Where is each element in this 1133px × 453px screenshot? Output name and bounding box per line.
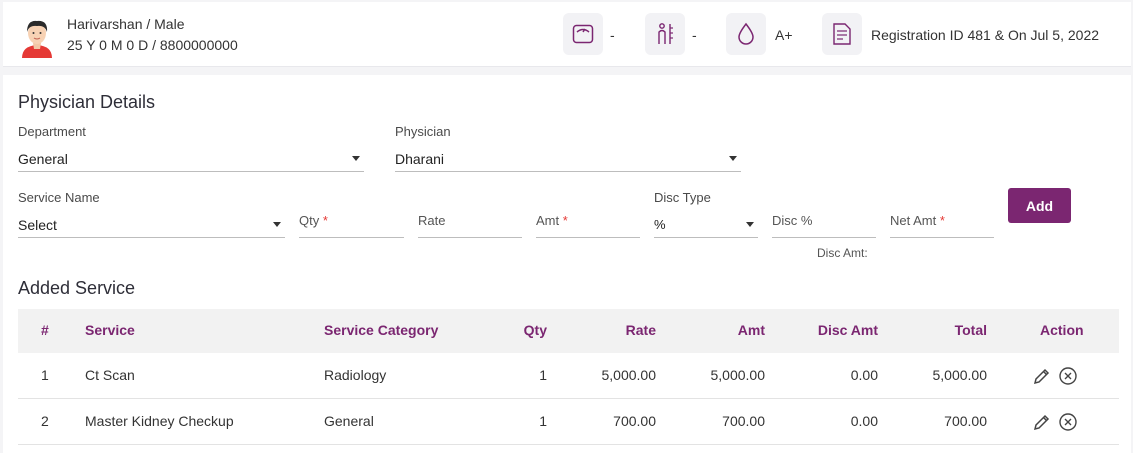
- service-name-label: Service Name: [18, 190, 100, 205]
- col-header-action: Action: [1040, 322, 1084, 338]
- disc-percent-input[interactable]: Disc %: [772, 206, 876, 238]
- physician-details-card: Physician Details Department General Phy…: [3, 75, 1131, 453]
- amt-input[interactable]: Amt *: [536, 206, 640, 238]
- chevron-down-icon: [746, 222, 754, 227]
- pencil-icon[interactable]: [1032, 412, 1052, 432]
- rate-input[interactable]: Rate: [418, 206, 522, 238]
- document-icon: [822, 13, 862, 55]
- row-qty: 1: [539, 413, 547, 429]
- net-amt-placeholder: Net Amt: [890, 213, 937, 228]
- col-header-number: #: [41, 322, 49, 338]
- patient-age-phone: 25 Y 0 M 0 D / 8800000000: [67, 37, 238, 53]
- required-mark: *: [939, 213, 945, 228]
- disc-type-value: %: [654, 217, 666, 232]
- height-measure-icon: [645, 13, 685, 55]
- col-header-total: Total: [954, 322, 987, 338]
- added-service-title: Added Service: [18, 278, 136, 298]
- service-name-value: Select: [18, 217, 57, 233]
- row-category: General: [324, 413, 374, 429]
- physician-label: Physician: [395, 124, 451, 139]
- department-label: Department: [18, 124, 86, 139]
- row-amt: 5,000.00: [710, 367, 766, 383]
- row-total: 5,000.00: [932, 367, 988, 383]
- weight-value: -: [610, 27, 615, 43]
- row-service: Ct Scan: [85, 367, 135, 383]
- height-value: -: [692, 27, 697, 43]
- row-actions: [1032, 412, 1078, 432]
- row-number: 2: [41, 413, 49, 429]
- row-rate: 700.00: [613, 413, 656, 429]
- pencil-icon[interactable]: [1032, 366, 1052, 386]
- circle-x-icon[interactable]: [1058, 366, 1078, 386]
- col-header-amt: Amt: [737, 322, 765, 338]
- physician-value: Dharani: [395, 151, 445, 167]
- chevron-down-icon: [273, 222, 281, 227]
- added-service-table: # Service Service Category Qty Rate Amt …: [18, 309, 1119, 445]
- department-value: General: [18, 151, 68, 167]
- row-amt: 700.00: [722, 413, 765, 429]
- table-row: 2 Master Kidney Checkup General 1 700.00…: [18, 399, 1119, 445]
- col-header-rate: Rate: [625, 322, 656, 338]
- patient-name-gender: Harivarshan / Male: [67, 16, 185, 32]
- physician-details-title: Physician Details: [18, 92, 156, 112]
- blood-group-value: A+: [775, 27, 793, 43]
- row-service: Master Kidney Checkup: [85, 413, 234, 429]
- row-number: 1: [41, 367, 49, 383]
- add-button[interactable]: Add: [1008, 188, 1071, 223]
- col-header-disc-amt: Disc Amt: [817, 322, 878, 338]
- physician-select[interactable]: Dharani: [395, 146, 741, 172]
- row-category: Radiology: [324, 367, 387, 383]
- required-mark: *: [322, 213, 328, 228]
- col-header-category: Service Category: [324, 322, 439, 338]
- disc-type-label: Disc Type: [654, 190, 711, 205]
- patient-header: Harivarshan / Male 25 Y 0 M 0 D / 880000…: [3, 2, 1131, 67]
- amt-placeholder: Amt: [536, 213, 560, 228]
- disc-percent-placeholder: Disc %: [772, 213, 813, 228]
- circle-x-icon[interactable]: [1058, 412, 1078, 432]
- qty-input[interactable]: Qty *: [299, 206, 404, 238]
- row-rate: 5,000.00: [601, 367, 657, 383]
- net-amt-input[interactable]: Net Amt *: [890, 206, 994, 238]
- department-select[interactable]: General: [18, 146, 364, 172]
- row-actions: [1032, 366, 1078, 386]
- avatar-icon: [18, 16, 56, 58]
- row-total: 700.00: [944, 413, 987, 429]
- qty-placeholder: Qty: [299, 213, 320, 228]
- chevron-down-icon: [352, 156, 360, 161]
- required-mark: *: [562, 213, 568, 228]
- disc-type-select[interactable]: %: [654, 212, 758, 238]
- service-name-select[interactable]: Select: [18, 212, 285, 238]
- rate-placeholder: Rate: [418, 213, 446, 228]
- registration-info: Registration ID 481 & On Jul 5, 2022: [871, 27, 1100, 43]
- row-qty: 1: [539, 367, 547, 383]
- row-disc-amt: 0.00: [850, 367, 878, 383]
- weighing-scale-icon: [563, 13, 603, 55]
- col-header-qty: Qty: [523, 322, 547, 338]
- row-disc-amt: 0.00: [850, 413, 878, 429]
- blood-drop-icon: [726, 13, 766, 55]
- table-header: # Service Service Category Qty Rate Amt …: [18, 309, 1119, 353]
- col-header-service: Service: [85, 322, 135, 338]
- disc-amt-label: Disc Amt:: [817, 246, 868, 260]
- chevron-down-icon: [729, 156, 737, 161]
- table-row: 1 Ct Scan Radiology 1 5,000.00 5,000.00 …: [18, 353, 1119, 399]
